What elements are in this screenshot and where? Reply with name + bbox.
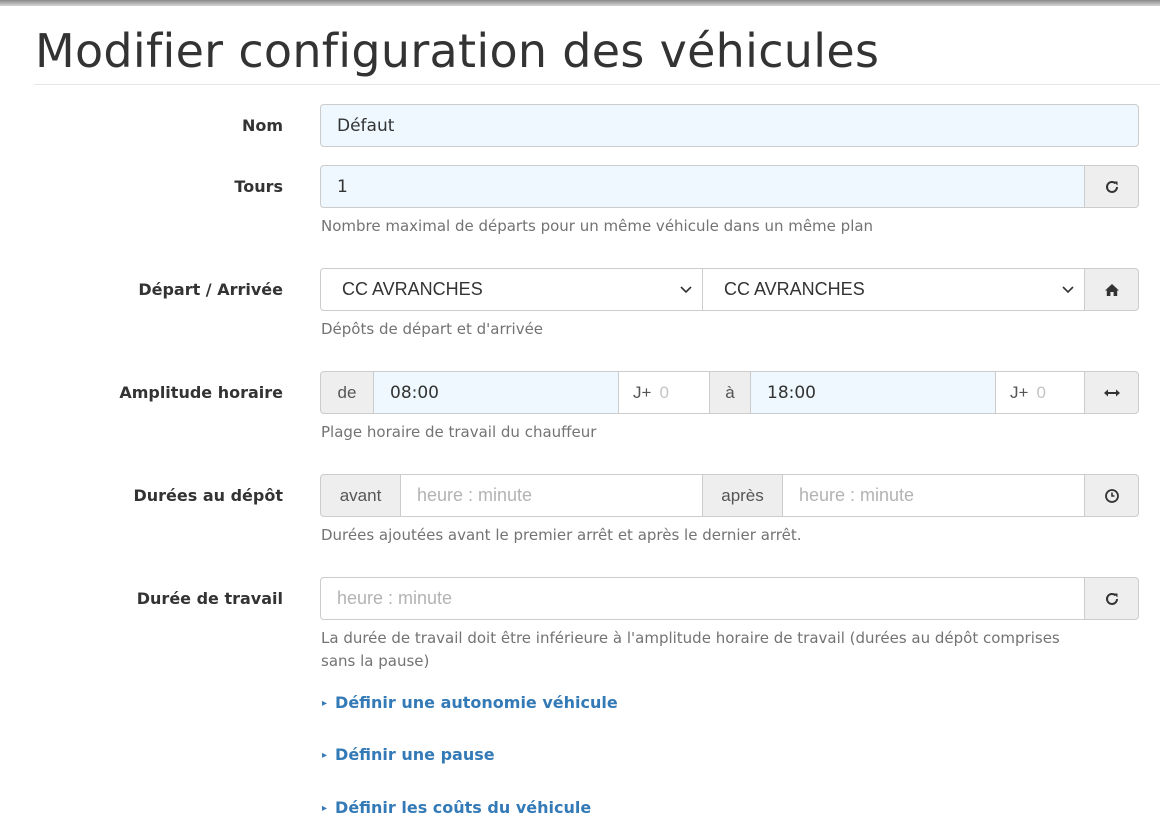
home-icon [1104,283,1119,296]
after-duration-placeholder: heure : minute [799,485,915,505]
durees-depot-help: Durées ajoutées avant le premier arrêt e… [321,526,802,544]
refresh-icon [1105,592,1118,605]
before-duration-placeholder: heure : minute [417,485,533,505]
duree-travail-help: La durée de travail doit être inférieure… [321,627,1141,673]
to-prefix: à [710,371,751,414]
clock-icon [1104,488,1119,503]
duree-travail-help-line1: La durée de travail doit être inférieure… [321,629,1060,647]
depart-arrivee-help: Dépôts de départ et d'arrivée [321,320,544,338]
before-duration-input[interactable]: heure : minute [401,474,703,517]
nom-input[interactable]: Défaut [320,104,1139,147]
after-duration-input[interactable]: heure : minute [783,474,1085,517]
define-costs-label: Définir les coûts du véhicule [335,798,592,817]
to-time-input[interactable]: 18:00 [751,371,996,414]
caret-right-icon: ▸ [322,698,328,709]
arrival-select-value: CC AVRANCHES [724,279,865,299]
define-autonomy-label: Définir une autonomie véhicule [335,693,618,712]
after-prefix: après [703,474,783,517]
departure-select-value: CC AVRANCHES [342,279,483,299]
departure-select[interactable]: CC AVRANCHES [320,268,703,311]
depot-duration-clock-button[interactable] [1085,474,1139,517]
swap-horizontal-icon [1103,389,1120,396]
define-pause-label: Définir une pause [335,745,495,764]
work-duration-placeholder: heure : minute [337,588,453,608]
to-day-value: 0 [1036,382,1046,402]
duree-travail-help-line2: sans la pause) [321,652,430,670]
from-day-value: 0 [659,382,669,402]
from-prefix: de [320,371,374,414]
from-time-input[interactable]: 08:00 [374,371,619,414]
tours-reset-button[interactable] [1085,165,1139,208]
arrival-select[interactable]: CC AVRANCHES [703,268,1085,311]
define-autonomy-link[interactable]: ▸ Définir une autonomie véhicule [322,693,618,712]
amplitude-label: Amplitude horaire [119,383,283,402]
tours-label: Tours [234,177,283,196]
depart-arrivee-label: Départ / Arrivée [138,280,283,299]
duree-travail-label: Durée de travail [136,589,283,608]
define-costs-link[interactable]: ▸ Définir les coûts du véhicule [322,798,591,817]
page-title: Modifier configuration des véhicules [35,24,880,78]
tours-input[interactable]: 1 [320,165,1085,208]
amplitude-help: Plage horaire de travail du chauffeur [321,423,597,441]
before-prefix: avant [320,474,401,517]
depot-home-button[interactable] [1085,268,1139,311]
tours-help: Nombre maximal de départs pour un même v… [321,217,874,235]
caret-right-icon: ▸ [322,750,328,761]
top-bar [0,0,1160,6]
caret-right-icon: ▸ [322,803,328,814]
define-pause-link[interactable]: ▸ Définir une pause [322,745,495,764]
work-duration-reset-button[interactable] [1085,577,1139,620]
amplitude-swap-button[interactable] [1085,371,1139,414]
nom-label: Nom [241,116,283,135]
from-day-offset[interactable]: J+ 0 [619,371,710,414]
chevron-down-icon [680,285,692,293]
to-day-prefix: J+ [1010,382,1029,402]
from-day-prefix: J+ [633,382,652,402]
refresh-icon [1105,180,1118,193]
durees-depot-label: Durées au dépôt [133,486,283,505]
chevron-down-icon [1062,285,1074,293]
work-duration-input[interactable]: heure : minute [320,577,1085,620]
title-divider [34,84,1160,85]
to-day-offset[interactable]: J+ 0 [996,371,1085,414]
